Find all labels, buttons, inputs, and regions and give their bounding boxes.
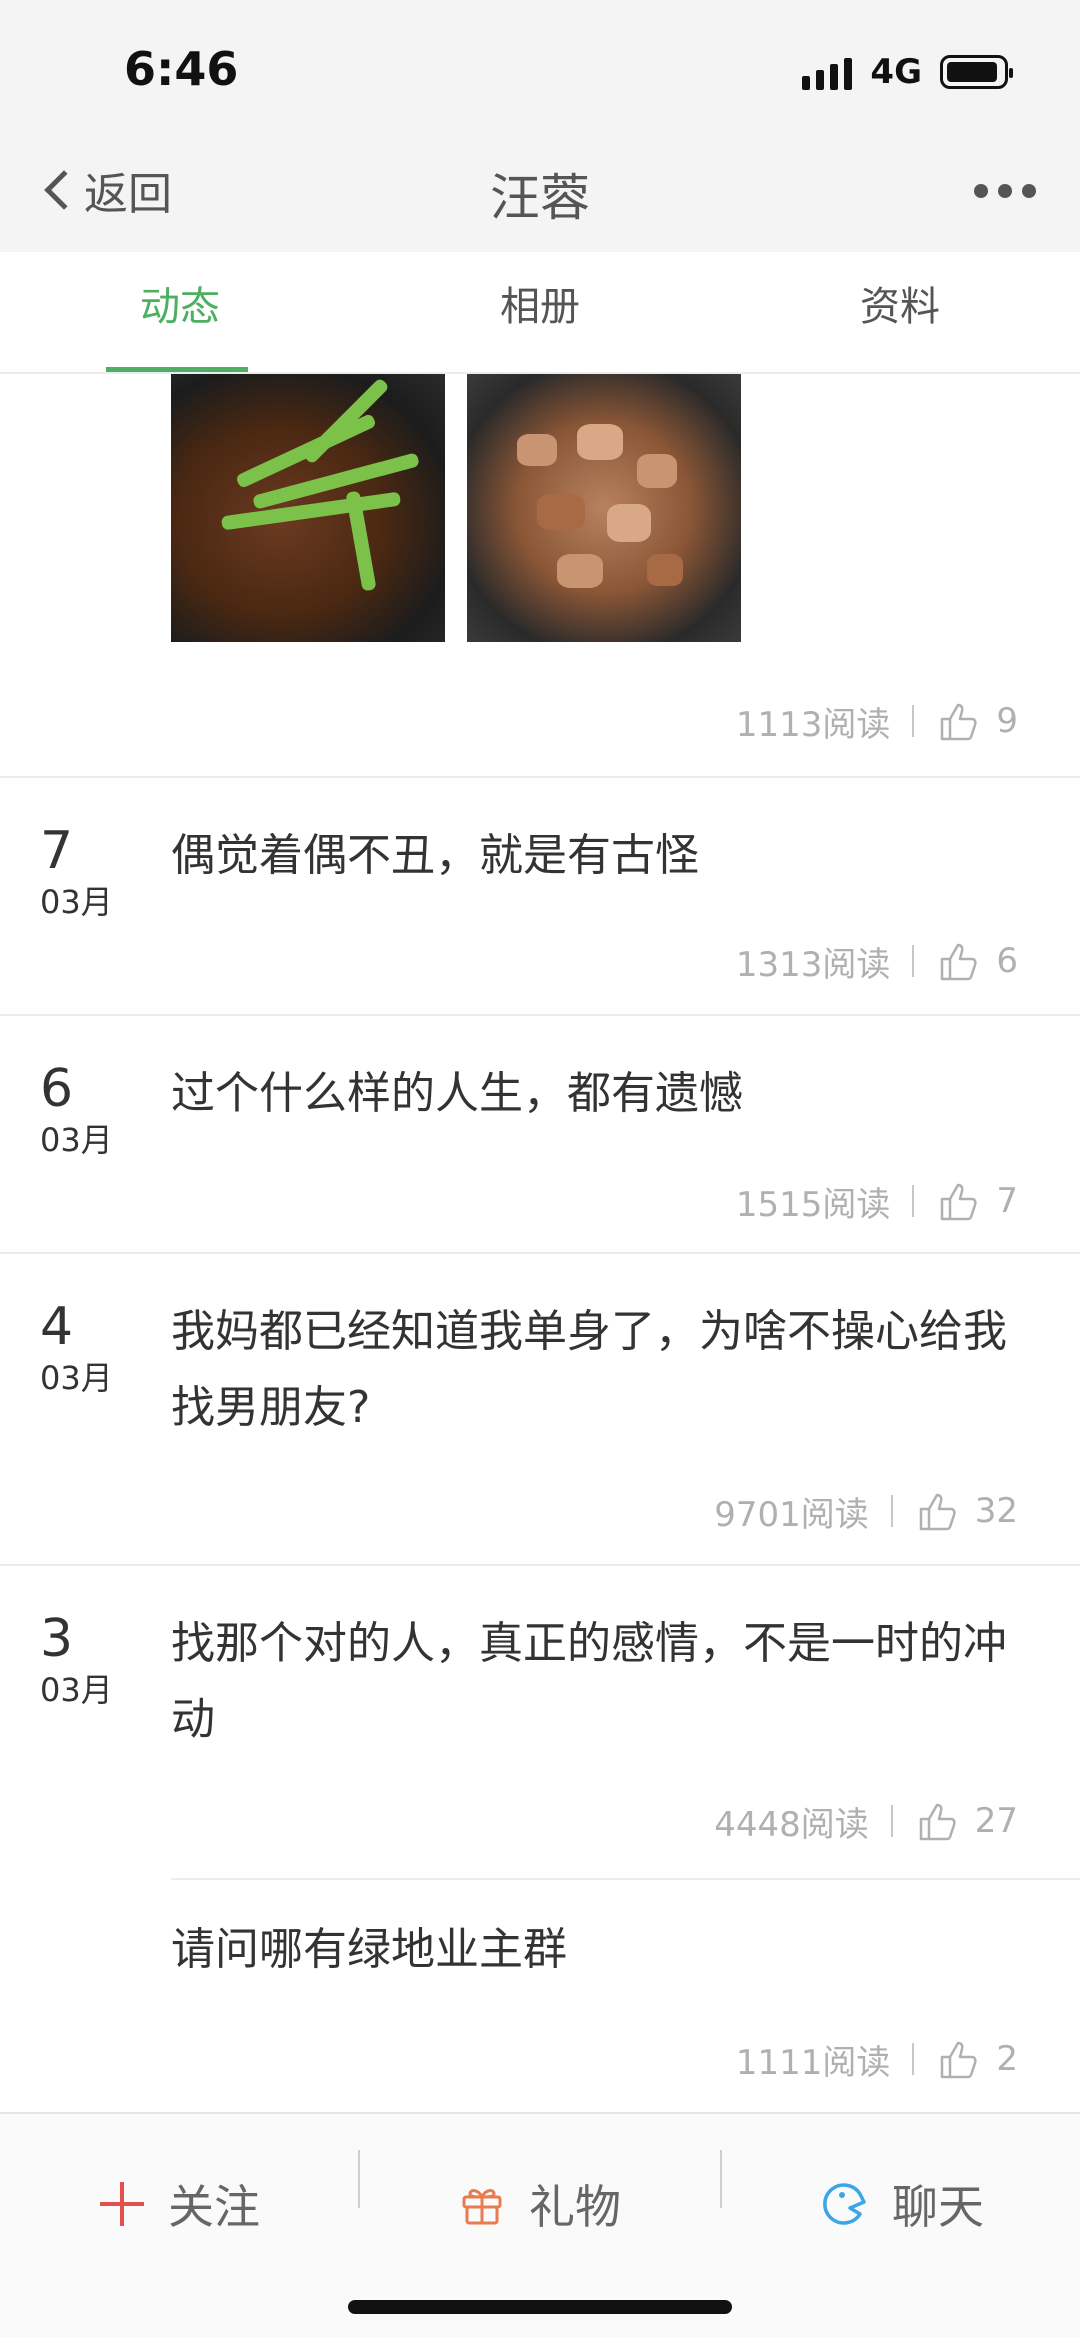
status-bar: 6:46 4G — [0, 0, 1080, 140]
page-title: 汪蓉 — [490, 169, 590, 227]
post-item[interactable]: 4 03月 我妈都已经知道我单身了，为啥不操心给我找男朋友? 9701阅读 32 — [0, 1252, 1080, 1566]
read-count: 1313阅读 — [735, 944, 891, 985]
header: 6:46 4G 返回 汪蓉 — [0, 0, 1080, 252]
gift-icon — [462, 2189, 502, 2225]
post-stats: 1515阅读 7 — [736, 1176, 1018, 1226]
post-text: 过个什么样的人生，都有遗憾 — [171, 1068, 743, 1119]
post-text: 偶觉着偶不丑，就是有古怪 — [171, 830, 699, 881]
post-text: 我妈都已经知道我单身了，为啥不操心给我找男朋友? — [171, 1306, 1007, 1433]
thumbs-up-icon[interactable] — [915, 1489, 959, 1533]
battery-icon — [940, 55, 1013, 89]
post-date: 3 03月 — [40, 1608, 113, 1710]
like-count: 2 — [996, 2039, 1018, 2079]
home-indicator — [348, 2300, 732, 2314]
status-indicators: 4G — [802, 50, 1013, 94]
post-day: 3 — [40, 1609, 74, 1669]
chat-icon — [823, 2183, 866, 2225]
like-count: 27 — [974, 1801, 1018, 1841]
signal-icon — [802, 54, 853, 90]
thumbs-up-icon[interactable] — [936, 2037, 980, 2081]
bottom-action-bar: 关注 礼物 聊天 — [0, 2112, 1080, 2337]
post-stats: 1111阅读 2 — [736, 2034, 1018, 2084]
post-month: 03月 — [40, 1359, 113, 1397]
post-day: 4 — [40, 1297, 74, 1357]
feed-list: 1113阅读 9 7 03月 偶觉着偶不丑，就是有古怪 1313阅读 6 6 0… — [0, 374, 1080, 2112]
post-item[interactable]: 7 03月 偶觉着偶不丑，就是有古怪 1313阅读 6 — [0, 776, 1080, 1016]
post-stats: 1313阅读 6 — [736, 936, 1018, 986]
read-count: 1111阅读 — [735, 2042, 891, 2083]
like-count: 6 — [996, 941, 1018, 981]
tab-bar: 动态 相册 资料 — [0, 252, 1080, 374]
read-count: 4448阅读 — [714, 1804, 869, 1845]
gift-button[interactable]: 礼物 — [360, 2154, 720, 2254]
post-item[interactable]: 6 03月 过个什么样的人生，都有遗憾 1515阅读 7 — [0, 1014, 1080, 1254]
like-count: 32 — [974, 1491, 1018, 1531]
post-date: 4 03月 — [40, 1296, 113, 1398]
post-stats: 4448阅读 27 — [714, 1796, 1018, 1846]
post-item[interactable]: 3 03月 找那个对的人，真正的感情，不是一时的冲动 4448阅读 27 请问哪… — [0, 1564, 1080, 2112]
post-date: 6 03月 — [40, 1058, 113, 1160]
thumbs-up-icon[interactable] — [936, 939, 980, 983]
network-type: 4G — [870, 52, 922, 92]
gift-label: 礼物 — [529, 2180, 621, 2234]
chat-label: 聊天 — [892, 2180, 984, 2234]
nav-bar: 返回 汪蓉 — [0, 140, 1080, 252]
divider — [171, 1878, 1080, 1880]
read-count: 1113阅读 — [735, 704, 891, 745]
post-month: 03月 — [40, 1121, 113, 1159]
thumbs-up-icon[interactable] — [936, 1179, 980, 1223]
post-text: 找那个对的人，真正的感情，不是一时的冲动 — [171, 1618, 1007, 1745]
post-day: 7 — [40, 821, 74, 881]
tab-moments[interactable]: 动态 — [0, 252, 360, 372]
post-month: 03月 — [40, 1671, 113, 1709]
thumbs-up-icon[interactable] — [915, 1799, 959, 1843]
follow-label: 关注 — [168, 2180, 260, 2234]
post-stats: 9701阅读 32 — [714, 1486, 1018, 1536]
post-text: 请问哪有绿地业主群 — [171, 1924, 567, 1975]
post-stats: 1113阅读 9 — [736, 696, 1018, 746]
post-photo[interactable] — [171, 374, 445, 642]
thumbs-up-icon[interactable] — [936, 699, 980, 743]
read-count: 9701阅读 — [714, 1494, 869, 1535]
post-day: 6 — [40, 1059, 74, 1119]
follow-button[interactable]: 关注 — [0, 2154, 360, 2254]
like-count: 9 — [996, 701, 1018, 741]
like-count: 7 — [996, 1181, 1018, 1221]
status-time: 6:46 — [124, 42, 239, 96]
read-count: 1515阅读 — [735, 1184, 891, 1225]
chat-button[interactable]: 聊天 — [722, 2154, 1080, 2254]
post-photo[interactable] — [467, 374, 741, 642]
more-icon[interactable] — [974, 184, 1036, 198]
tab-album[interactable]: 相册 — [360, 252, 720, 372]
post-date: 7 03月 — [40, 820, 113, 922]
post-photos — [171, 374, 741, 642]
plus-icon — [100, 2182, 144, 2226]
post-month: 03月 — [40, 883, 113, 921]
tab-profile[interactable]: 资料 — [720, 252, 1080, 372]
